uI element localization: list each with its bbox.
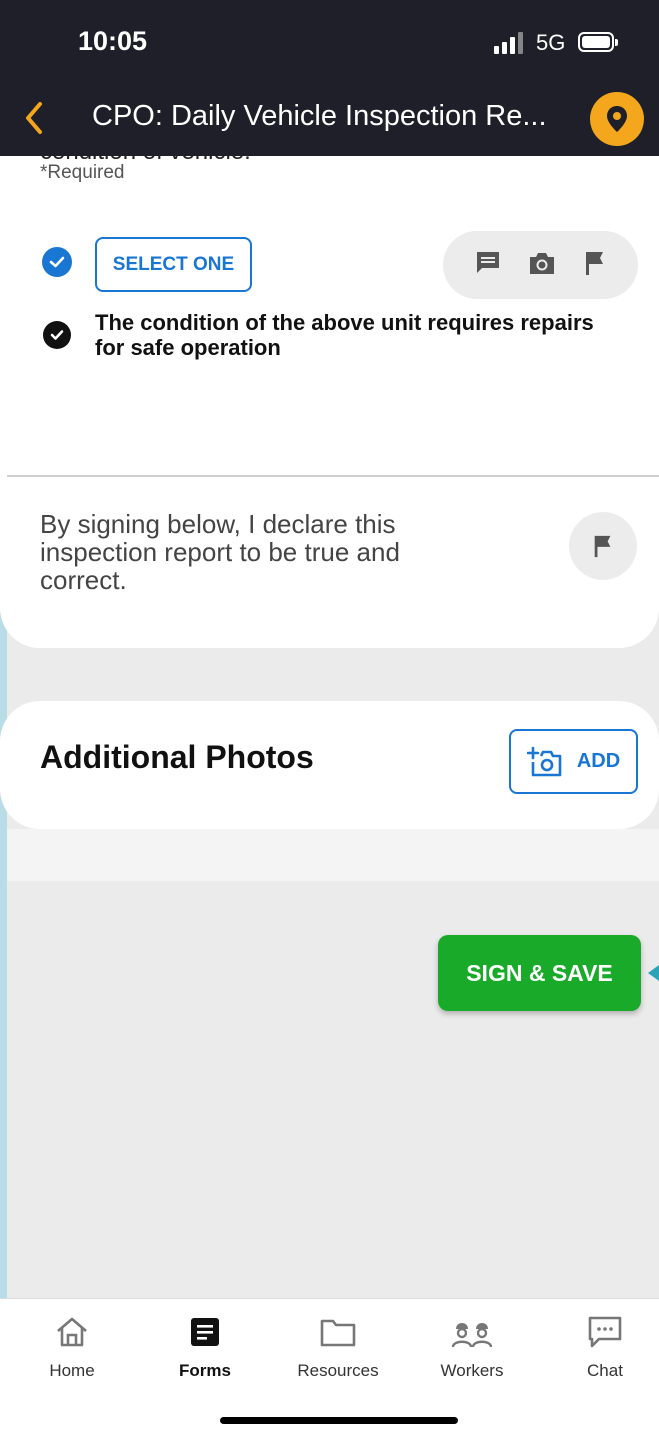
folder-icon bbox=[320, 1319, 356, 1347]
tab-label: Home bbox=[49, 1361, 95, 1380]
home-icon bbox=[57, 1317, 87, 1347]
flag-icon bbox=[585, 251, 603, 275]
flag-button[interactable] bbox=[582, 249, 608, 282]
header-bar: 10:05 5G CPO: Daily Vehicle Inspection R… bbox=[0, 0, 659, 156]
additional-photos-card: Additional Photos ADD bbox=[0, 701, 659, 829]
back-button[interactable] bbox=[18, 98, 58, 138]
spacer bbox=[0, 829, 659, 881]
check-circle-icon bbox=[42, 247, 72, 277]
tab-forms[interactable]: Forms bbox=[145, 1315, 265, 1381]
home-indicator bbox=[220, 1417, 458, 1424]
divider bbox=[7, 475, 659, 477]
tab-home[interactable]: Home bbox=[12, 1315, 132, 1381]
inspection-card: condition of vehicle. *Required SELECT O… bbox=[0, 138, 659, 648]
workers-icon bbox=[451, 1323, 493, 1348]
chat-icon bbox=[588, 1316, 622, 1348]
pointer-arrow-icon bbox=[648, 965, 659, 981]
tab-label: Forms bbox=[179, 1361, 231, 1380]
sign-and-save-button[interactable]: SIGN & SAVE bbox=[438, 935, 641, 1011]
location-button[interactable] bbox=[590, 92, 644, 146]
flag-icon bbox=[594, 535, 611, 558]
comment-icon bbox=[476, 251, 499, 273]
condition-answer-text: The condition of the above unit requires… bbox=[95, 310, 594, 360]
network-label: 5G bbox=[536, 30, 566, 55]
page-title: CPO: Daily Vehicle Inspection Re... bbox=[92, 100, 547, 132]
add-photo-icon bbox=[526, 746, 562, 776]
add-photo-button[interactable]: ADD bbox=[509, 729, 638, 794]
tab-workers[interactable]: Workers bbox=[412, 1315, 532, 1381]
camera-icon bbox=[529, 252, 554, 274]
declaration-text: By signing below, I declare this inspect… bbox=[40, 509, 400, 595]
tab-chat[interactable]: Chat bbox=[545, 1315, 659, 1381]
status-time: 10:05 bbox=[78, 26, 148, 56]
battery-icon bbox=[578, 32, 618, 52]
tab-resources[interactable]: Resources bbox=[278, 1315, 398, 1381]
item-actions-pill bbox=[443, 231, 638, 299]
location-pin-icon bbox=[607, 106, 627, 132]
camera-button[interactable] bbox=[527, 249, 557, 282]
signal-icon bbox=[494, 30, 523, 54]
check-circle-dark-icon bbox=[43, 321, 71, 349]
tab-label: Chat bbox=[587, 1361, 623, 1380]
declaration-flag-button[interactable] bbox=[569, 512, 637, 580]
chevron-left-icon bbox=[26, 102, 42, 134]
required-label: *Required bbox=[40, 162, 125, 183]
additional-photos-title: Additional Photos bbox=[40, 739, 314, 775]
add-photo-label: ADD bbox=[576, 750, 621, 772]
select-one-button[interactable]: SELECT ONE bbox=[95, 237, 252, 292]
tab-label: Workers bbox=[440, 1361, 504, 1380]
tab-label: Resources bbox=[297, 1361, 379, 1380]
forms-icon bbox=[191, 1318, 219, 1346]
comment-button[interactable] bbox=[474, 249, 502, 282]
